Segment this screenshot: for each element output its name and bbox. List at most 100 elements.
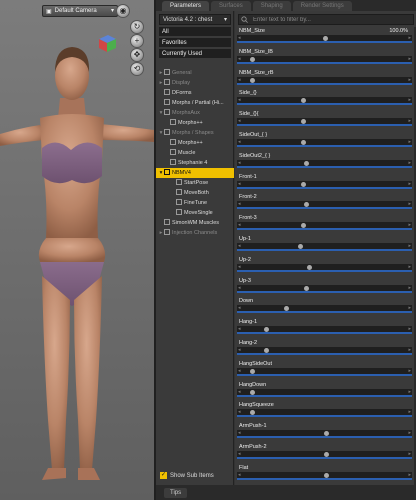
slider-knob[interactable] (307, 264, 312, 270)
tree-item[interactable]: Muscle (156, 148, 234, 158)
slider-track[interactable]: ◂ ▸ (237, 55, 412, 64)
decrement-icon[interactable]: ◂ (238, 160, 241, 167)
tab-parameters[interactable]: Parameters (162, 1, 210, 11)
decrement-icon[interactable]: ◂ (238, 368, 241, 375)
slider-track[interactable]: ◂ ▸ (237, 180, 412, 189)
slider-knob[interactable] (249, 410, 255, 416)
decrement-icon[interactable]: ◂ (238, 118, 241, 125)
decrement-icon[interactable]: ◂ (238, 326, 241, 333)
slider-knob[interactable] (249, 56, 255, 62)
parameter-slider[interactable]: Hang-1 ◂ ▸ (237, 319, 412, 335)
slider-knob[interactable] (263, 327, 269, 333)
camera-select[interactable]: ▣ Default Camera ▾ (42, 5, 118, 17)
tips-tab[interactable]: Tips (164, 488, 188, 498)
parameter-slider[interactable]: Front-2 ◂ ▸ (237, 194, 412, 210)
increment-icon[interactable]: ▸ (408, 222, 411, 229)
tree-item[interactable]: SimonWM Muscles (156, 218, 234, 228)
increment-icon[interactable]: ▸ (408, 389, 411, 396)
increment-icon[interactable]: ▸ (408, 347, 411, 354)
parameter-slider[interactable]: Front-3 ◂ ▸ (237, 215, 412, 231)
slider-track[interactable]: ◂ ▸ (237, 76, 412, 85)
parameter-slider[interactable]: SideOut2_{ } ◂ ▸ (237, 153, 412, 169)
increment-icon[interactable]: ▸ (408, 201, 411, 208)
slider-knob[interactable] (303, 160, 309, 166)
decrement-icon[interactable]: ◂ (238, 181, 241, 188)
parameter-value[interactable]: 100.0% (389, 28, 408, 35)
parameter-slider[interactable]: Flat ◂ ▸ (237, 465, 412, 481)
slider-knob[interactable] (322, 36, 328, 41)
increment-icon[interactable]: ▸ (408, 139, 411, 146)
increment-icon[interactable]: ▸ (408, 264, 411, 271)
slider-knob[interactable] (297, 244, 303, 249)
view-cube-icon[interactable] (96, 32, 118, 54)
increment-icon[interactable]: ▸ (408, 451, 411, 458)
decrement-icon[interactable]: ◂ (238, 264, 241, 271)
tree-item[interactable]: StartPose (156, 178, 234, 188)
tree-item[interactable]: MoveBoth (156, 188, 234, 198)
decrement-icon[interactable]: ◂ (238, 472, 241, 479)
increment-icon[interactable]: ▸ (408, 430, 411, 437)
decrement-icon[interactable]: ◂ (238, 201, 241, 208)
slider-track[interactable]: ◂ ▸ (237, 263, 412, 272)
increment-icon[interactable]: ▸ (408, 160, 411, 167)
figure-select[interactable]: Victoria 4.2 : chest ▾ (159, 14, 231, 25)
tree-item[interactable]: Morphs++ (156, 118, 234, 128)
parameter-slider[interactable]: Side_{}{◂ ▸ (237, 111, 412, 127)
slider-knob[interactable] (324, 431, 330, 437)
parameter-slider[interactable]: HangSqueeze ◂ ▸ (237, 402, 412, 418)
slider-track[interactable]: ◂ ▸ (237, 326, 412, 335)
tab-shaping[interactable]: Shaping (252, 1, 291, 11)
slider-knob[interactable] (300, 140, 306, 145)
filter-input[interactable] (238, 14, 414, 25)
slider-knob[interactable] (324, 472, 330, 478)
tree-item[interactable]: ▸ Injection Channels (156, 228, 234, 238)
tab-render-settings[interactable]: Render Settings (292, 1, 352, 11)
decrement-icon[interactable]: ◂ (238, 430, 241, 437)
slider-knob[interactable] (283, 306, 289, 312)
slider-knob[interactable] (263, 348, 269, 353)
decrement-icon[interactable]: ◂ (238, 389, 241, 396)
slider-track[interactable]: ◂ ▸ (237, 97, 412, 106)
slider-track[interactable]: ◂ ▸ (237, 118, 412, 127)
slider-knob[interactable] (324, 452, 330, 457)
tree-item[interactable]: FineTune (156, 198, 234, 208)
tree-item[interactable]: Morphs++ (156, 138, 234, 148)
slider-knob[interactable] (303, 202, 309, 208)
tree-item[interactable]: ▸ General (156, 68, 234, 78)
increment-icon[interactable]: ▸ (408, 305, 411, 312)
tree-item[interactable]: ▸ Display (156, 78, 234, 88)
decrement-icon[interactable]: ◂ (238, 451, 241, 458)
decrement-icon[interactable]: ◂ (238, 97, 241, 104)
tree-item[interactable]: ▾ NBMV4 (156, 168, 234, 178)
increment-icon[interactable]: ▸ (408, 56, 411, 63)
tree-item[interactable]: MoveSingle (156, 208, 234, 218)
parameter-slider[interactable]: HangSideOut ◂ ▸ (237, 361, 412, 377)
increment-icon[interactable]: ▸ (408, 409, 411, 416)
parameter-slider[interactable]: Front-1 ◂ ▸ (237, 174, 412, 190)
parameter-slider[interactable]: Side_{} ◂ ▸ (237, 90, 412, 106)
slider-track[interactable]: ◂ ▸ (237, 222, 412, 231)
increment-icon[interactable]: ▸ (408, 77, 411, 84)
parameter-slider[interactable]: NBM_Size_rB ◂ ▸ (237, 70, 412, 86)
show-sub-items-option[interactable]: ✓ Show Sub Items (160, 472, 214, 479)
pan-icon[interactable]: ✥ (130, 48, 144, 62)
category-currently-used[interactable]: Currently Used (159, 49, 231, 59)
slider-track[interactable]: ◂ ▸ (237, 388, 412, 397)
decrement-icon[interactable]: ◂ (238, 35, 241, 42)
increment-icon[interactable]: ▸ (408, 472, 411, 479)
parameter-slider[interactable]: Up-3 ◂ ▸ (237, 278, 412, 294)
slider-track[interactable]: ◂ ▸ (237, 471, 412, 480)
tree-item[interactable]: Morphs / Partial (Hi... (156, 98, 234, 108)
decrement-icon[interactable]: ◂ (238, 305, 241, 312)
increment-icon[interactable]: ▸ (408, 326, 411, 333)
tree-item[interactable]: Stephanie 4 (156, 158, 234, 168)
zoom-icon[interactable]: + (130, 34, 144, 48)
increment-icon[interactable]: ▸ (408, 368, 411, 375)
slider-knob[interactable] (300, 98, 306, 104)
slider-track[interactable]: ◂ ▸ (237, 451, 412, 459)
increment-icon[interactable]: ▸ (408, 181, 411, 188)
parameter-slider[interactable]: Up-1 ◂ ▸ (237, 236, 412, 252)
camera-menu-icon[interactable]: ◉ (116, 4, 130, 18)
slider-track[interactable]: ◂ ▸ (237, 347, 412, 355)
increment-icon[interactable]: ▸ (408, 118, 411, 125)
